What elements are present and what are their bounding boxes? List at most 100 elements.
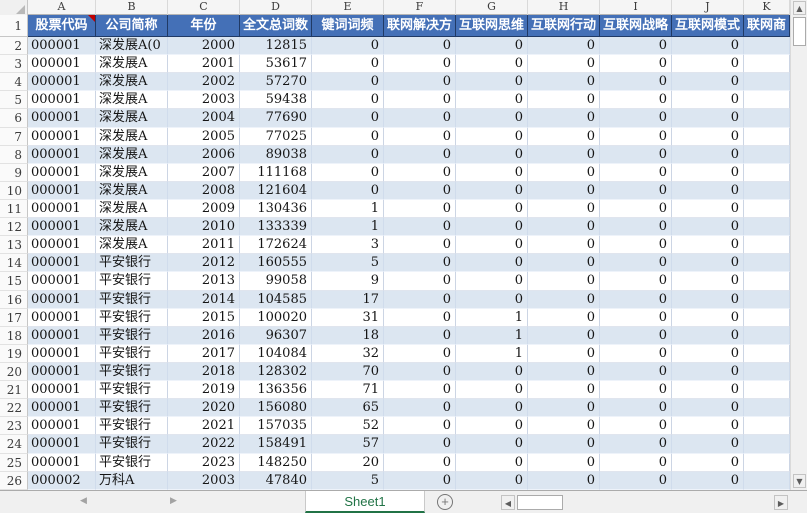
cell-D4[interactable]: 57270	[240, 73, 312, 92]
cell-G6[interactable]: 0	[456, 109, 528, 128]
row-header-3[interactable]: 3	[0, 55, 28, 74]
cell-J20[interactable]: 0	[672, 362, 744, 382]
cell-D9[interactable]: 111168	[240, 163, 312, 182]
cell-I5[interactable]: 0	[600, 91, 672, 110]
cell-G8[interactable]: 0	[456, 145, 528, 164]
cell-G20[interactable]: 0	[456, 362, 528, 382]
cell-C4[interactable]: 2002	[168, 73, 240, 92]
cell-F16[interactable]: 0	[384, 290, 456, 309]
cell-B17[interactable]: 平安银行	[96, 308, 168, 327]
column-header-H[interactable]: H	[528, 0, 600, 15]
cell-I9[interactable]: 0	[600, 163, 672, 182]
column-header-D[interactable]: D	[240, 0, 312, 15]
row-header-1[interactable]: 1	[0, 15, 28, 37]
cell-B14[interactable]: 平安银行	[96, 254, 168, 273]
cell-E4[interactable]: 0	[312, 73, 384, 92]
cell-J16[interactable]: 0	[672, 290, 744, 309]
cell-D1[interactable]: 全文总词数	[240, 15, 312, 37]
cell-H19[interactable]: 0	[528, 344, 600, 363]
cell-E19[interactable]: 32	[312, 344, 384, 363]
cell-E6[interactable]: 0	[312, 109, 384, 128]
column-header-K[interactable]: K	[744, 0, 790, 15]
cell-K17[interactable]	[744, 308, 790, 327]
cell-B26[interactable]: 万科A	[96, 471, 168, 490]
row-header-9[interactable]: 9	[0, 163, 28, 182]
cell-I19[interactable]: 0	[600, 344, 672, 363]
cell-F17[interactable]: 0	[384, 308, 456, 327]
cell-K7[interactable]	[744, 127, 790, 146]
cell-K23[interactable]	[744, 417, 790, 436]
scroll-up-button[interactable]: ▲	[793, 1, 806, 15]
cell-I10[interactable]: 0	[600, 181, 672, 200]
next-sheet-arrow-icon[interactable]: ▶	[170, 496, 177, 506]
cell-F14[interactable]: 0	[384, 254, 456, 273]
cell-D25[interactable]: 148250	[240, 453, 312, 472]
cell-G1[interactable]: 互联网思维	[456, 15, 528, 37]
cell-D16[interactable]: 104585	[240, 290, 312, 309]
cell-D15[interactable]: 99058	[240, 272, 312, 291]
cell-A19[interactable]: 000001	[28, 344, 96, 363]
cell-F26[interactable]: 0	[384, 471, 456, 490]
column-header-I[interactable]: I	[600, 0, 672, 15]
cell-C21[interactable]: 2019	[168, 381, 240, 400]
scroll-down-button[interactable]: ▼	[793, 474, 806, 488]
cell-E14[interactable]: 5	[312, 254, 384, 273]
cell-J15[interactable]: 0	[672, 272, 744, 291]
row-header-8[interactable]: 8	[0, 145, 28, 164]
tab-sheet1[interactable]: Sheet1	[305, 491, 425, 513]
cell-E21[interactable]: 71	[312, 381, 384, 400]
cell-B22[interactable]: 平安银行	[96, 399, 168, 418]
cell-K10[interactable]	[744, 181, 790, 200]
cell-A7[interactable]: 000001	[28, 127, 96, 146]
cell-I1[interactable]: 互联网战略	[600, 15, 672, 37]
cell-I21[interactable]: 0	[600, 381, 672, 400]
cell-I11[interactable]: 0	[600, 199, 672, 219]
cell-C26[interactable]: 2003	[168, 471, 240, 490]
cell-D17[interactable]: 100020	[240, 308, 312, 327]
cell-A10[interactable]: 000001	[28, 181, 96, 200]
cell-C25[interactable]: 2023	[168, 453, 240, 472]
cell-A3[interactable]: 000001	[28, 55, 96, 74]
cell-C6[interactable]: 2004	[168, 109, 240, 128]
cell-A5[interactable]: 000001	[28, 91, 96, 110]
cell-E7[interactable]: 0	[312, 127, 384, 146]
prev-sheet-arrow-icon[interactable]: ◀	[80, 496, 87, 506]
cell-G26[interactable]: 0	[456, 471, 528, 490]
vertical-scrollbar[interactable]: ▲ ▼	[790, 0, 807, 490]
cell-K24[interactable]	[744, 435, 790, 454]
cell-F2[interactable]: 0	[384, 37, 456, 56]
cell-K4[interactable]	[744, 73, 790, 92]
column-header-C[interactable]: C	[168, 0, 240, 15]
cell-J7[interactable]: 0	[672, 127, 744, 146]
cell-D3[interactable]: 53617	[240, 55, 312, 74]
cell-J10[interactable]: 0	[672, 181, 744, 200]
cell-K20[interactable]	[744, 362, 790, 382]
cell-K3[interactable]	[744, 55, 790, 74]
cell-K9[interactable]	[744, 163, 790, 182]
cell-A15[interactable]: 000001	[28, 272, 96, 291]
cell-F8[interactable]: 0	[384, 145, 456, 164]
select-all-button[interactable]	[0, 0, 28, 15]
cell-B3[interactable]: 深发展A	[96, 55, 168, 74]
cell-A24[interactable]: 000001	[28, 435, 96, 454]
cell-A23[interactable]: 000001	[28, 417, 96, 436]
cell-A18[interactable]: 000001	[28, 326, 96, 345]
cell-C20[interactable]: 2018	[168, 362, 240, 382]
cell-K8[interactable]	[744, 145, 790, 164]
cell-B13[interactable]: 深发展A	[96, 236, 168, 255]
cell-F13[interactable]: 0	[384, 236, 456, 255]
cell-E17[interactable]: 31	[312, 308, 384, 327]
row-header-11[interactable]: 11	[0, 199, 28, 219]
cell-J14[interactable]: 0	[672, 254, 744, 273]
cell-D18[interactable]: 96307	[240, 326, 312, 345]
row-header-6[interactable]: 6	[0, 109, 28, 128]
cell-A13[interactable]: 000001	[28, 236, 96, 255]
cell-G11[interactable]: 0	[456, 199, 528, 219]
cell-G22[interactable]: 0	[456, 399, 528, 418]
cell-F23[interactable]: 0	[384, 417, 456, 436]
cell-G10[interactable]: 0	[456, 181, 528, 200]
cell-H16[interactable]: 0	[528, 290, 600, 309]
cell-H21[interactable]: 0	[528, 381, 600, 400]
cell-G5[interactable]: 0	[456, 91, 528, 110]
cell-H4[interactable]: 0	[528, 73, 600, 92]
